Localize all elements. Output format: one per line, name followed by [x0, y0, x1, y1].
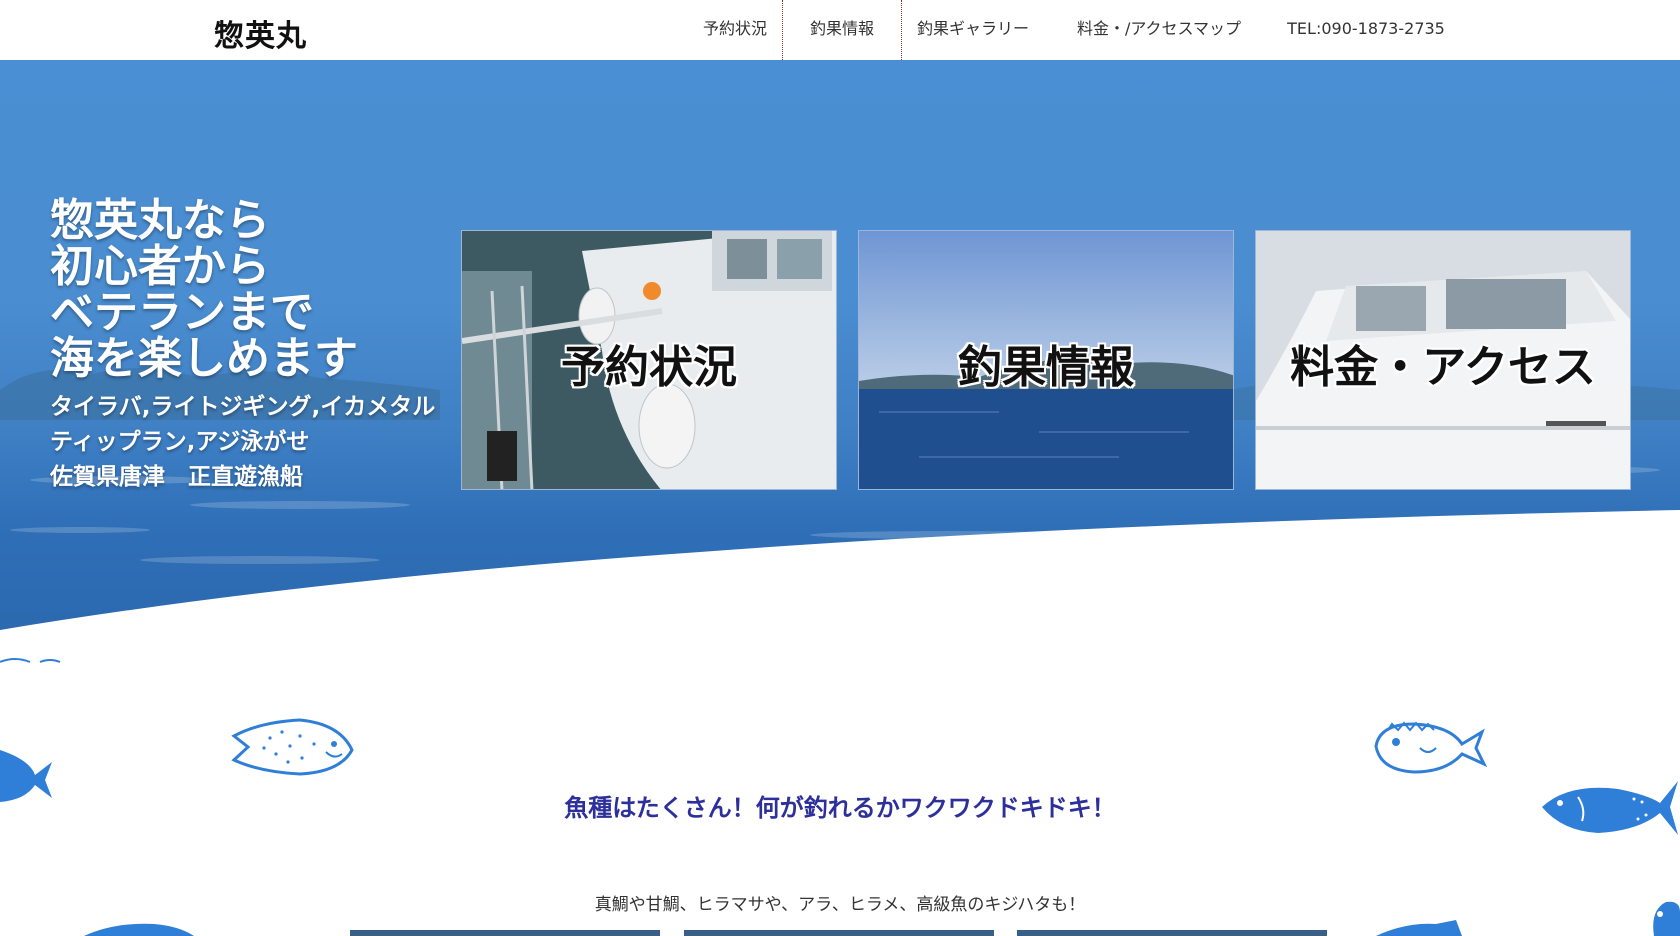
site-header: 惣英丸 予約状況 釣果情報 釣果ギャラリー 料金・/アクセスマップ TEL:09…: [0, 0, 1680, 60]
nav-item-tel[interactable]: TEL:090-1873-2735: [1282, 0, 1450, 60]
card-label: 予約状況: [561, 342, 737, 393]
card-label: 釣果情報: [958, 342, 1134, 393]
nav-item-reservation[interactable]: 予約状況: [690, 0, 780, 60]
hero-line: 惣英丸なら: [50, 195, 270, 246]
card-reservation[interactable]: 予約状況: [461, 230, 837, 490]
catch-photo-image: [684, 930, 994, 936]
tuna-fish-icon: [1542, 781, 1678, 835]
hero-banner: 惣英丸なら 初心者から ベテランまで 海を楽しめます タイラバ,ライトジギング,…: [0, 60, 1680, 660]
flounder-fish-icon: [231, 718, 354, 776]
pufferfish-icon: [1374, 721, 1488, 774]
catch-photo-image: [1017, 930, 1327, 936]
hero-subline: ティップラン,アジ泳がせ: [50, 429, 310, 455]
card-catch-info[interactable]: 釣果情報: [858, 230, 1234, 490]
squid-icon: [1653, 901, 1680, 936]
section-subline: 真鯛や甘鯛、ヒラマサや、アラ、ヒラメ、高級魚のキジハタも！: [594, 895, 1086, 915]
fish-species-section: 魚種はたくさん！何が釣れるかワクワクドキドキ！ 真鯛や甘鯛、ヒラマサや、アラ、ヒ…: [0, 660, 1680, 936]
card-price-access[interactable]: 料金・アクセス: [1255, 230, 1631, 490]
hero-line: ベテランまで: [50, 287, 314, 338]
hero-subline: 佐賀県唐津 正直遊漁船: [50, 464, 303, 490]
nav-item-price-access[interactable]: 料金・/アクセスマップ: [1070, 0, 1248, 60]
section-headline: 魚種はたくさん！何が釣れるかワクワクドキドキ！: [564, 794, 1116, 822]
nav-item-gallery[interactable]: 釣果ギャラリー: [906, 0, 1040, 60]
tuna-fish-icon: [0, 750, 52, 802]
hero-line: 初心者から: [50, 241, 270, 292]
fish-icon: [84, 923, 194, 936]
wave-mark-icon: [0, 658, 61, 663]
nav-item-catch-info[interactable]: 釣果情報: [782, 0, 902, 60]
catch-photo-image: [350, 930, 660, 936]
fish-icon: [1376, 920, 1462, 936]
card-label: 料金・アクセス: [1290, 342, 1596, 393]
site-logo[interactable]: 惣英丸: [214, 11, 307, 55]
hero-copy: 惣英丸なら 初心者から ベテランまで 海を楽しめます タイラバ,ライトジギング,…: [50, 198, 435, 495]
hero-line: 海を楽しめます: [50, 333, 358, 384]
hero-subline: タイラバ,ライトジギング,イカメタル: [50, 394, 436, 420]
